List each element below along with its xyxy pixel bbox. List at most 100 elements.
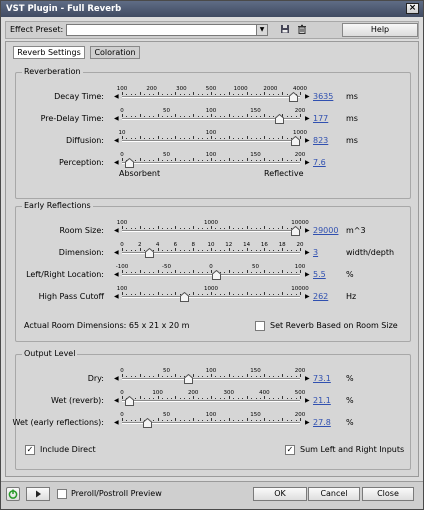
decay-time-value[interactable]: 3635 <box>313 92 333 101</box>
pre-delay-time-slider-thumb[interactable] <box>274 113 284 124</box>
tick-mark <box>277 94 279 95</box>
tick-mark <box>264 292 266 295</box>
tick-mark <box>193 92 195 95</box>
dimension-increment-icon[interactable]: ▶ <box>305 249 310 257</box>
tick-mark <box>215 160 217 161</box>
tick-mark <box>286 160 288 161</box>
wet-reverb-slider-track[interactable] <box>122 400 300 402</box>
room-size-value[interactable]: 29000 <box>313 226 338 235</box>
tab-coloration[interactable]: Coloration <box>90 46 140 59</box>
dry-value[interactable]: 73.1 <box>313 374 331 383</box>
power-button[interactable] <box>6 487 20 501</box>
wet-reverb-decrement-icon[interactable]: ◀ <box>114 397 119 405</box>
pre-delay-time-increment-icon[interactable]: ▶ <box>305 115 310 123</box>
tick-mark <box>170 272 172 273</box>
room-size-slider-track[interactable] <box>122 230 300 232</box>
preroll-checkbox[interactable] <box>57 489 67 499</box>
diffusion-increment-icon[interactable]: ▶ <box>305 137 310 145</box>
include-direct-checkbox[interactable]: ✓ <box>25 445 35 455</box>
perception-slider-thumb[interactable] <box>125 157 135 168</box>
dry-increment-icon[interactable]: ▶ <box>305 375 310 383</box>
preset-label: Effect Preset: <box>10 25 64 34</box>
high-pass-cutoff-decrement-icon[interactable]: ◀ <box>114 293 119 301</box>
tick-mark <box>153 294 155 295</box>
perception-slider-track[interactable] <box>122 162 300 164</box>
tick-mark <box>202 160 204 161</box>
high-pass-cutoff-value[interactable]: 262 <box>313 292 328 301</box>
tick-mark <box>148 294 150 295</box>
tick-mark <box>122 418 123 421</box>
room-size-decrement-icon[interactable]: ◀ <box>114 227 119 235</box>
tick-mark <box>197 228 199 229</box>
tick-mark <box>188 116 190 117</box>
decay-time-decrement-icon[interactable]: ◀ <box>114 93 119 101</box>
tick-mark <box>233 272 235 273</box>
pre-delay-time-value[interactable]: 177 <box>313 114 328 123</box>
delete-preset-icon[interactable] <box>296 24 307 35</box>
decay-time-increment-icon[interactable]: ▶ <box>305 93 310 101</box>
decay-time-label: Decay Time: <box>54 92 104 101</box>
tick-mark <box>202 94 204 95</box>
wet-reverb-increment-icon[interactable]: ▶ <box>305 397 310 405</box>
room-size-increment-icon[interactable]: ▶ <box>305 227 310 235</box>
tick-mark <box>295 116 297 117</box>
sum-lr-checkbox[interactable]: ✓ <box>285 445 295 455</box>
perception-decrement-icon[interactable]: ◀ <box>114 159 119 167</box>
wet-reverb-value[interactable]: 21.1 <box>313 396 331 405</box>
dimension-slider-thumb[interactable] <box>144 247 154 258</box>
tick-mark <box>251 250 253 251</box>
tick-mark <box>126 116 128 117</box>
tick-mark <box>157 114 159 117</box>
dimension-value[interactable]: 3 <box>313 248 318 257</box>
decay-time-slider-track[interactable] <box>122 96 300 98</box>
high-pass-cutoff-increment-icon[interactable]: ▶ <box>305 293 310 301</box>
tick-mark <box>144 228 146 229</box>
dry-decrement-icon[interactable]: ◀ <box>114 375 119 383</box>
perception-value[interactable]: 7.6 <box>313 158 326 167</box>
pre-delay-time-slider-track[interactable] <box>122 118 300 120</box>
cancel-button[interactable]: Cancel <box>308 487 360 501</box>
tick-mark <box>175 270 177 273</box>
wet-early-reflections-decrement-icon[interactable]: ◀ <box>114 419 119 427</box>
chevron-down-icon[interactable]: ▼ <box>256 25 267 35</box>
wet-early-reflections-value[interactable]: 27.8 <box>313 418 331 427</box>
pre-delay-time-decrement-icon[interactable]: ◀ <box>114 115 119 123</box>
left-right-location-slider-thumb[interactable] <box>212 269 222 280</box>
wet-early-reflections-slider-thumb[interactable] <box>142 417 152 428</box>
tick-mark <box>162 250 164 251</box>
ok-button[interactable]: OK <box>253 487 307 501</box>
set-reverb-checkbox[interactable] <box>255 321 265 331</box>
diffusion-slider-thumb[interactable] <box>290 135 300 146</box>
wet-reverb-slider-thumb[interactable] <box>125 395 135 406</box>
close-button[interactable]: Close <box>362 487 414 501</box>
decay-time-slider-thumb[interactable] <box>288 91 298 102</box>
save-preset-icon[interactable] <box>279 24 290 35</box>
left-right-location-decrement-icon[interactable]: ◀ <box>114 271 119 279</box>
tick-mark <box>286 138 288 139</box>
left-right-location-increment-icon[interactable]: ▶ <box>305 271 310 279</box>
diffusion-value[interactable]: 823 <box>313 136 328 145</box>
room-size-slider-thumb[interactable] <box>290 225 300 236</box>
tick-label: 50 <box>163 368 170 374</box>
close-window-button[interactable]: × <box>406 3 419 14</box>
high-pass-cutoff-slider-track[interactable] <box>122 296 300 298</box>
dry-slider-track[interactable] <box>122 378 300 380</box>
tick-label: 150 <box>250 412 261 418</box>
left-right-location-value[interactable]: 5.5 <box>313 270 326 279</box>
play-button[interactable] <box>26 487 50 501</box>
preset-select[interactable]: ▼ <box>66 24 268 36</box>
diffusion-decrement-icon[interactable]: ◀ <box>114 137 119 145</box>
dry-slider-thumb[interactable] <box>183 373 193 384</box>
perception-increment-icon[interactable]: ▶ <box>305 159 310 167</box>
diffusion-slider-track[interactable] <box>122 140 300 142</box>
wet-early-reflections-increment-icon[interactable]: ▶ <box>305 419 310 427</box>
tick-mark <box>211 418 212 421</box>
high-pass-cutoff-slider-thumb[interactable] <box>180 291 190 302</box>
tick-mark <box>286 272 288 273</box>
tab-reverb-settings[interactable]: Reverb Settings <box>13 46 85 59</box>
tick-mark <box>277 272 279 273</box>
dimension-decrement-icon[interactable]: ◀ <box>114 249 119 257</box>
left-right-location-slider-track[interactable] <box>122 274 300 276</box>
help-button[interactable]: Help <box>342 23 418 37</box>
tick-mark <box>184 250 186 251</box>
